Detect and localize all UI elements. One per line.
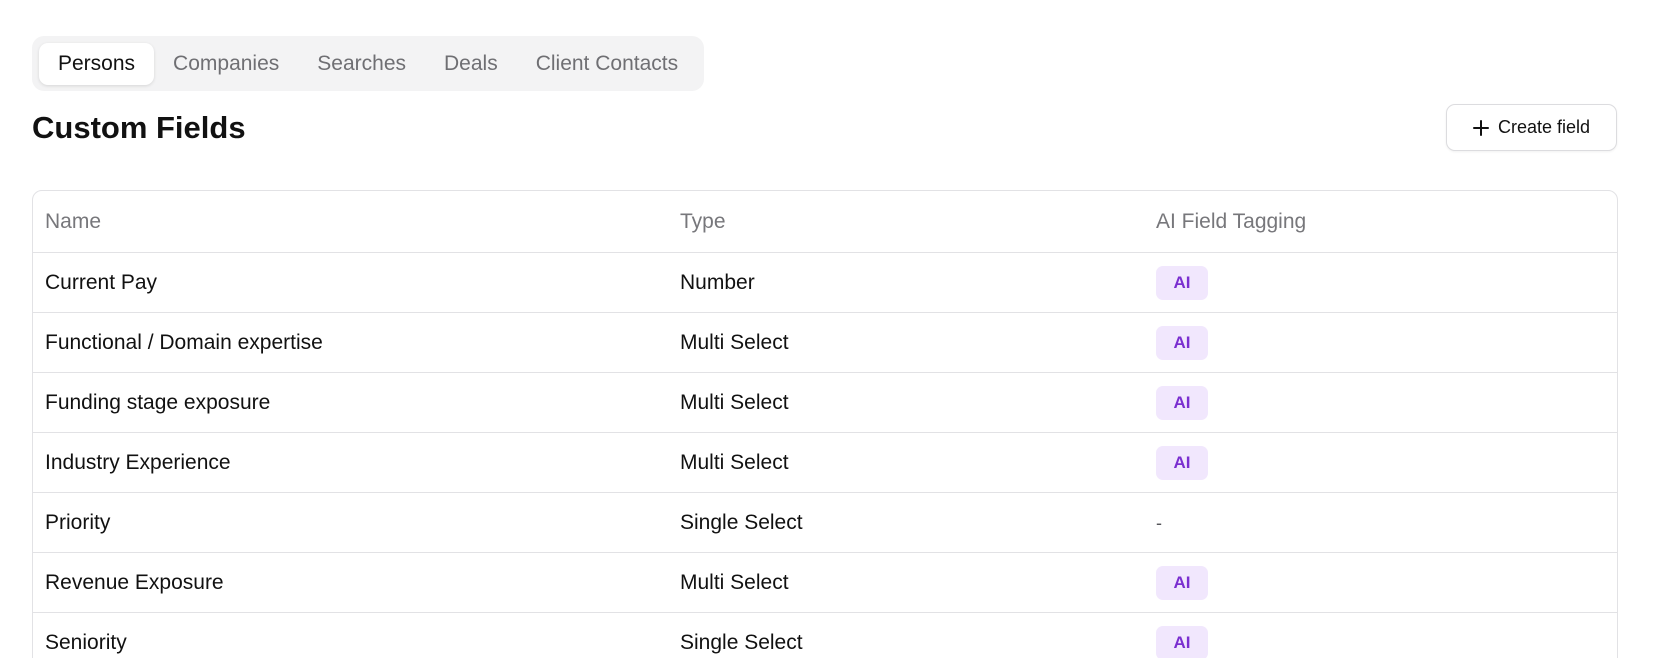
tab-searches[interactable]: Searches xyxy=(298,43,425,85)
entity-tabs: Persons Companies Searches Deals Client … xyxy=(32,36,705,91)
custom-fields-page: Persons Companies Searches Deals Client … xyxy=(0,0,1656,658)
ai-badge: AI xyxy=(1156,565,1208,600)
field-name: Priority xyxy=(45,510,111,534)
table-row[interactable]: Current Pay Number AI xyxy=(33,253,1617,313)
ai-badge: AI xyxy=(1156,625,1208,658)
field-name: Functional / Domain expertise xyxy=(45,330,323,354)
field-name: Industry Experience xyxy=(45,450,231,474)
page-title: Custom Fields xyxy=(32,110,246,145)
table-row[interactable]: Functional / Domain expertise Multi Sele… xyxy=(33,313,1617,373)
tab-deals[interactable]: Deals xyxy=(425,43,517,85)
ai-badge: AI xyxy=(1156,265,1208,300)
table-row[interactable]: Seniority Single Select AI xyxy=(33,613,1617,658)
table-header-row: Name Type AI Field Tagging xyxy=(33,191,1617,253)
field-type: Multi Select xyxy=(680,330,789,354)
tab-companies[interactable]: Companies xyxy=(154,43,298,85)
ai-badge: AI xyxy=(1156,325,1208,360)
create-field-button[interactable]: Create field xyxy=(1446,104,1617,151)
field-name: Funding stage exposure xyxy=(45,390,271,414)
tab-client-contacts[interactable]: Client Contacts xyxy=(517,43,697,85)
empty-ai-tag: - xyxy=(1156,512,1162,533)
plus-icon xyxy=(1472,119,1489,136)
column-header-name[interactable]: Name xyxy=(33,210,668,234)
table-row[interactable]: Industry Experience Multi Select AI xyxy=(33,433,1617,493)
table-row[interactable]: Revenue Exposure Multi Select AI xyxy=(33,553,1617,613)
field-name: Revenue Exposure xyxy=(45,570,224,594)
create-field-label: Create field xyxy=(1497,117,1591,137)
field-type: Single Select xyxy=(680,510,803,534)
field-type: Multi Select xyxy=(680,390,789,414)
field-type: Number xyxy=(680,270,755,294)
ai-badge: AI xyxy=(1156,385,1208,420)
field-type: Multi Select xyxy=(680,450,789,474)
field-type: Single Select xyxy=(680,630,803,654)
column-header-ai-field-tagging[interactable]: AI Field Tagging xyxy=(1144,210,1617,234)
ai-badge: AI xyxy=(1156,445,1208,480)
custom-fields-table: Name Type AI Field Tagging Current Pay N… xyxy=(32,190,1618,658)
column-header-type[interactable]: Type xyxy=(668,210,1144,234)
field-name: Seniority xyxy=(45,630,127,654)
field-name: Current Pay xyxy=(45,270,158,294)
table-row[interactable]: Funding stage exposure Multi Select AI xyxy=(33,373,1617,433)
tab-persons[interactable]: Persons xyxy=(39,42,155,85)
table-row[interactable]: Priority Single Select - xyxy=(33,493,1617,553)
field-type: Multi Select xyxy=(680,570,789,594)
